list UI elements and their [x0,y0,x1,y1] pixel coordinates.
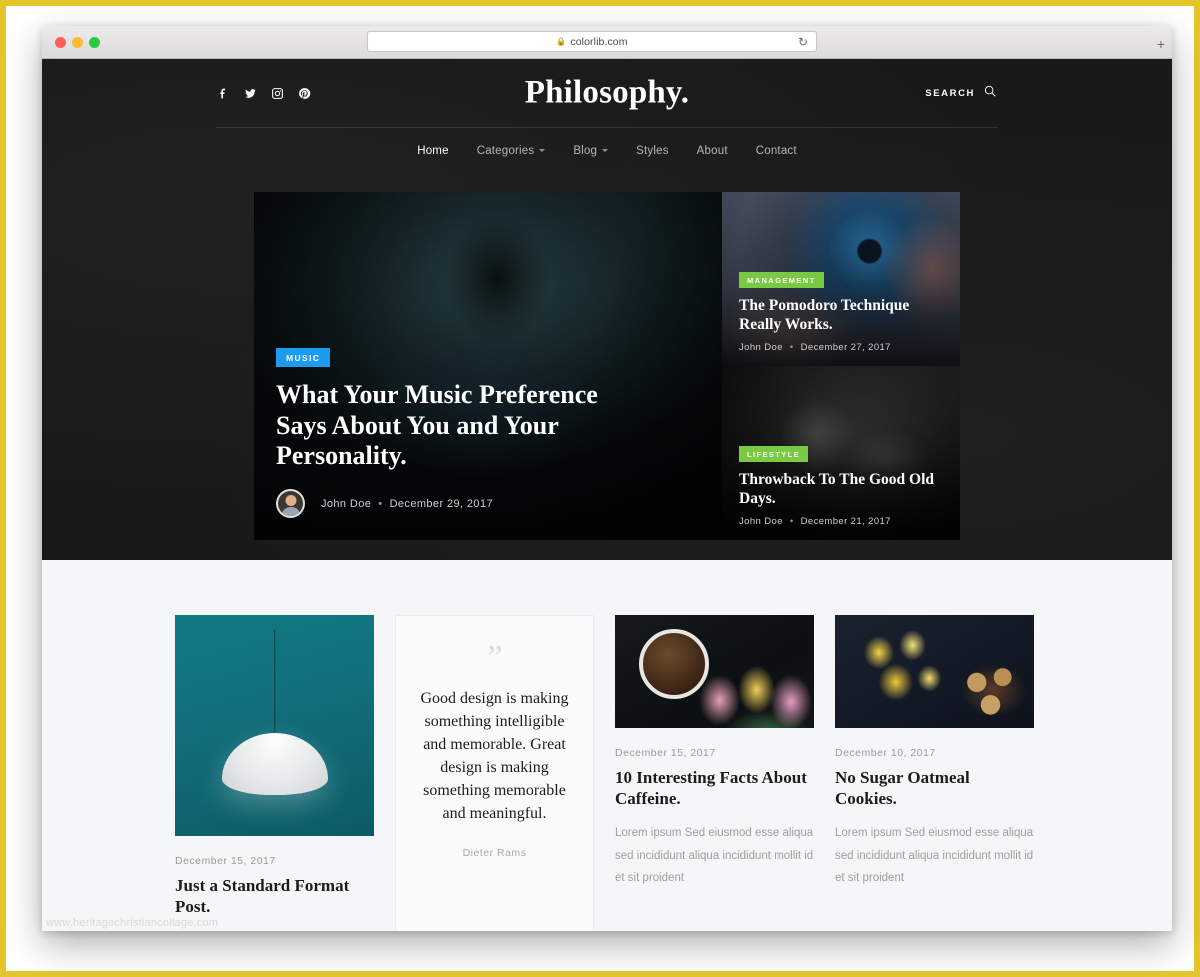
post-card-oatmeal-cookies[interactable]: December 10, 2017 No Sugar Oatmeal Cooki… [835,615,1034,931]
reload-icon[interactable]: ↻ [798,35,808,50]
post-date: December 15, 2017 [175,855,276,867]
hero-meta: John Doe • December 27, 2017 [739,342,943,353]
hero-post-throwback[interactable]: LIFESTYLE Throwback To The Good Old Days… [722,366,960,540]
post-title[interactable]: Just a Standard Format Post. [175,876,374,917]
maximize-window-button[interactable] [89,37,100,48]
nav-label: Categories [476,144,535,157]
post-body: December 10, 2017 No Sugar Oatmeal Cooki… [835,728,1034,890]
post-thumbnail-cookies[interactable] [835,615,1034,728]
outer-frame: 🔒 colorlib.com ↻ + Philosophy. SEARCH Ho… [0,0,1200,977]
nav-label: Styles [636,144,669,157]
nav-item-categories[interactable]: Categories [477,145,546,157]
hero-title: The Pomodoro Technique Really Works. [739,297,910,333]
author-name[interactable]: John Doe [739,342,783,353]
meta-separator: • [789,342,794,353]
site-logo[interactable]: Philosophy. [42,75,1172,112]
post-date: December 21, 2017 [800,516,891,527]
post-title[interactable]: 10 Interesting Facts About Caffeine. [615,768,814,809]
author-name[interactable]: John Doe [739,516,783,527]
nav-item-home[interactable]: Home [417,145,448,157]
hero-meta: John Doe • December 29, 2017 [276,489,700,518]
browser-titlebar: 🔒 colorlib.com ↻ + [42,26,1172,59]
nav-item-contact[interactable]: Contact [756,145,797,157]
search-label: SEARCH [925,87,975,99]
post-card-quote[interactable]: ” Good design is making something intell… [395,615,594,931]
hero-content: MANAGEMENT The Pomodoro Technique Really… [722,270,960,366]
post-card-standard-format[interactable]: December 15, 2017 Just a Standard Format… [175,615,374,931]
chevron-down-icon [602,149,609,152]
close-window-button[interactable] [55,37,66,48]
hero-featured-post[interactable]: MUSIC What Your Music Preference Says Ab… [254,192,723,540]
post-thumbnail-lamp[interactable] [175,615,374,836]
hero-post-pomodoro[interactable]: MANAGEMENT The Pomodoro Technique Really… [722,192,960,366]
hero-content: LIFESTYLE Throwback To The Good Old Days… [722,444,960,540]
minimize-window-button[interactable] [72,37,83,48]
category-badge-lifestyle[interactable]: LIFESTYLE [739,446,809,463]
posts-grid: December 15, 2017 Just a Standard Format… [175,615,1039,931]
nav-label: Contact [755,144,797,157]
window-controls [55,37,100,48]
hero-grid: MUSIC What Your Music Preference Says Ab… [254,192,960,540]
post-title[interactable]: No Sugar Oatmeal Cookies. [835,768,1034,809]
url-text: colorlib.com [570,35,628,48]
address-bar[interactable]: 🔒 colorlib.com ↻ [367,31,817,52]
lock-icon: 🔒 [556,37,567,46]
hero-title: Throwback To The Good Old Days. [739,471,934,507]
post-excerpt: Lorem ipsum Sed eiusmod esse aliqua sed … [175,930,374,931]
meta-separator: • [789,516,794,527]
browser-window: 🔒 colorlib.com ↻ + Philosophy. SEARCH Ho… [42,26,1172,931]
meta-separator: • [378,497,383,510]
plus-icon[interactable]: + [1157,37,1165,51]
category-badge-music[interactable]: MUSIC [276,347,331,367]
post-card-caffeine[interactable]: December 15, 2017 10 Interesting Facts A… [615,615,814,931]
post-excerpt: Lorem ipsum Sed eiusmod esse aliqua sed … [835,827,1034,885]
posts-section: December 15, 2017 Just a Standard Format… [42,560,1172,931]
chevron-down-icon [539,149,546,152]
hero-content: MUSIC What Your Music Preference Says Ab… [254,347,722,540]
nav-list: Home Categories Blog Styles About Contac… [417,145,797,157]
avatar [276,489,305,518]
author-name[interactable]: John Doe [321,498,371,510]
hero-title: What Your Music Preference Says About Yo… [276,379,598,471]
post-date: December 15, 2017 [615,747,716,759]
post-body: December 15, 2017 10 Interesting Facts A… [615,728,814,890]
post-excerpt: Lorem ipsum Sed eiusmod esse aliqua sed … [615,827,814,885]
quote-icon: ” [487,639,502,676]
site-header-hero: Philosophy. SEARCH Home Categories Blog … [42,59,1172,560]
post-thumbnail-coffee[interactable] [615,615,814,728]
post-date: December 29, 2017 [389,497,493,510]
nav-item-about[interactable]: About [697,145,728,157]
nav-item-blog[interactable]: Blog [573,144,609,157]
site-topbar: Philosophy. SEARCH [42,59,1172,127]
page-viewport: Philosophy. SEARCH Home Categories Blog … [42,59,1172,931]
post-date: December 10, 2017 [835,747,936,759]
hero-meta: John Doe • December 21, 2017 [739,516,943,527]
main-navigation: Home Categories Blog Styles About Contac… [216,127,998,173]
search-icon [983,84,997,103]
nav-label: About [696,144,728,157]
nav-item-styles[interactable]: Styles [636,145,669,157]
hero-side-column: MANAGEMENT The Pomodoro Technique Really… [722,192,960,540]
search-button[interactable]: SEARCH [925,84,997,103]
quote-author: Dieter Rams [462,847,527,860]
category-badge-management[interactable]: MANAGEMENT [739,272,824,289]
post-date: December 27, 2017 [800,342,891,353]
quote-text: Good design is making something intellig… [420,690,569,823]
watermark: www.heritagechristiancollage.com [46,917,219,929]
nav-label: Home [417,144,449,157]
nav-label: Blog [573,144,598,157]
